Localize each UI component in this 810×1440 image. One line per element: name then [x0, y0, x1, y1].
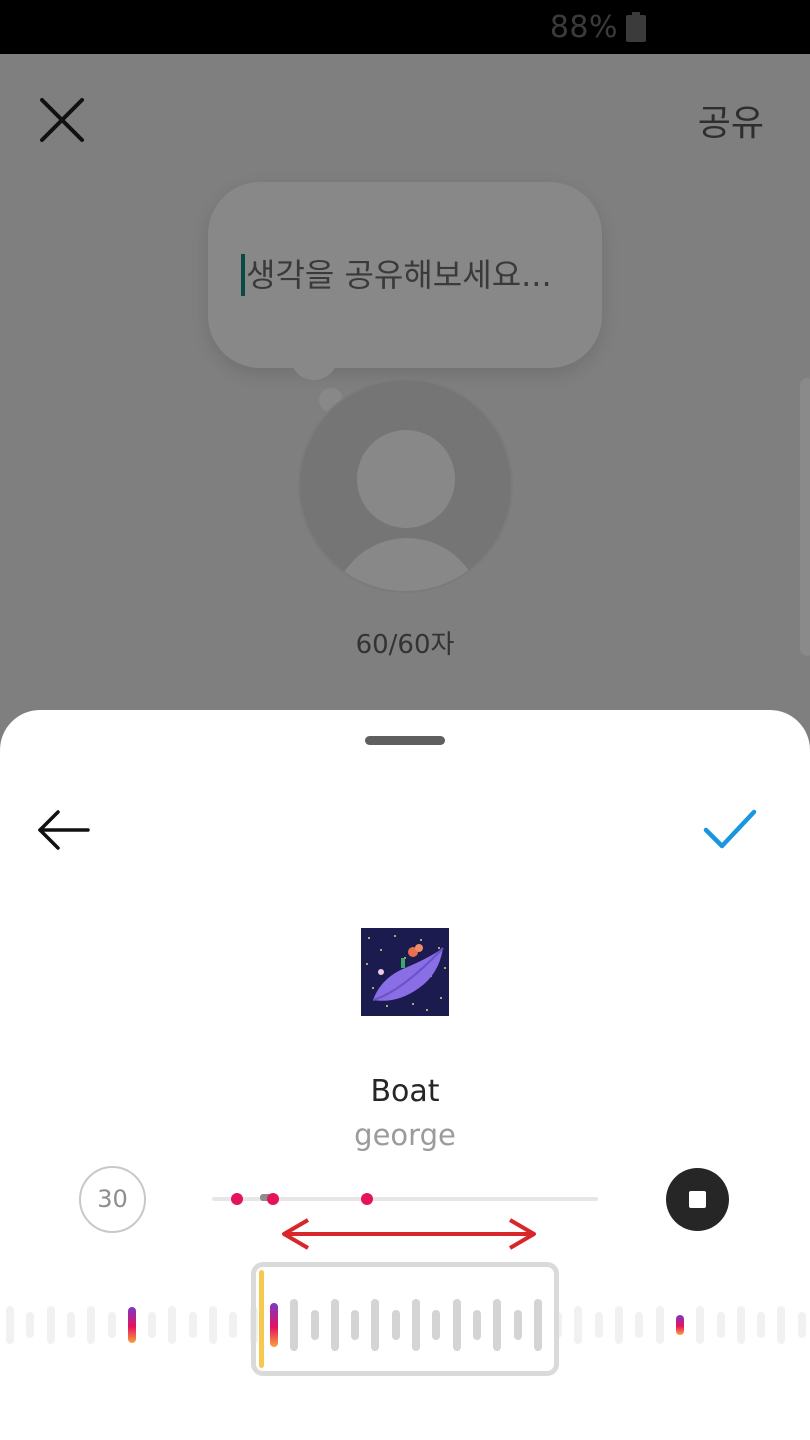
share-button[interactable]: 공유: [698, 94, 764, 146]
waveform-bar: [209, 1306, 217, 1344]
waveform-bar: [696, 1306, 705, 1344]
track-artist: george: [354, 1118, 456, 1152]
close-icon[interactable]: [36, 94, 88, 146]
battery-icon: [626, 12, 646, 42]
arrow-left-icon[interactable]: [34, 806, 92, 854]
clip-selection-window[interactable]: [251, 1262, 559, 1376]
waveform-bar: [168, 1306, 177, 1344]
waveform-bar: [736, 1306, 745, 1344]
note-input[interactable]: 생각을 공유해보세요...: [246, 250, 586, 296]
track-title: Boat: [370, 1074, 440, 1109]
waveform-bar: [127, 1307, 136, 1343]
waveform-bar: [6, 1306, 14, 1344]
playhead: [259, 1270, 264, 1368]
double-arrow-annotation: [282, 1218, 536, 1250]
sheet-drag-handle[interactable]: [365, 736, 445, 745]
progress-marker: [231, 1193, 243, 1205]
waveform-bar: [757, 1312, 766, 1338]
clip-duration-button[interactable]: 30: [79, 1166, 146, 1233]
waveform-bar: [46, 1306, 55, 1344]
waveform-bar: [188, 1312, 197, 1338]
default-avatar-body: [332, 538, 482, 591]
waveform-bar: [148, 1312, 157, 1338]
battery-percent: 88%: [549, 10, 618, 45]
progress-marker: [361, 1193, 373, 1205]
waveform-bar: [574, 1306, 583, 1344]
edge-panel-handle[interactable]: [800, 378, 810, 656]
waveform-bar: [66, 1312, 75, 1338]
waveform-bar: [777, 1306, 786, 1344]
waveform-bar: [87, 1306, 96, 1344]
waveform-bar: [635, 1312, 644, 1338]
waveform-bar: [594, 1312, 603, 1338]
waveform-bar: [797, 1312, 806, 1338]
waveform-bar: [716, 1312, 725, 1338]
waveform-bar: [107, 1312, 116, 1338]
progress-marker: [267, 1193, 279, 1205]
checkmark-icon[interactable]: [700, 804, 760, 852]
album-art-boat: [361, 928, 449, 1016]
note-bubble-tail: [290, 342, 338, 380]
character-count: 60/60자: [355, 630, 455, 660]
waveform-bar: [655, 1306, 664, 1344]
stop-button[interactable]: [666, 1168, 729, 1231]
profile-avatar: [298, 378, 513, 593]
waveform-bar: [615, 1306, 623, 1344]
waveform-bar: [675, 1315, 684, 1335]
music-picker-sheet: Boat george 30: [0, 710, 810, 1440]
waveform-bar: [229, 1312, 238, 1338]
status-bar: 88%: [0, 0, 810, 54]
text-cursor: [241, 254, 245, 296]
default-avatar-icon: [357, 430, 455, 528]
waveform-bar: [26, 1312, 35, 1338]
stop-icon: [689, 1191, 706, 1208]
